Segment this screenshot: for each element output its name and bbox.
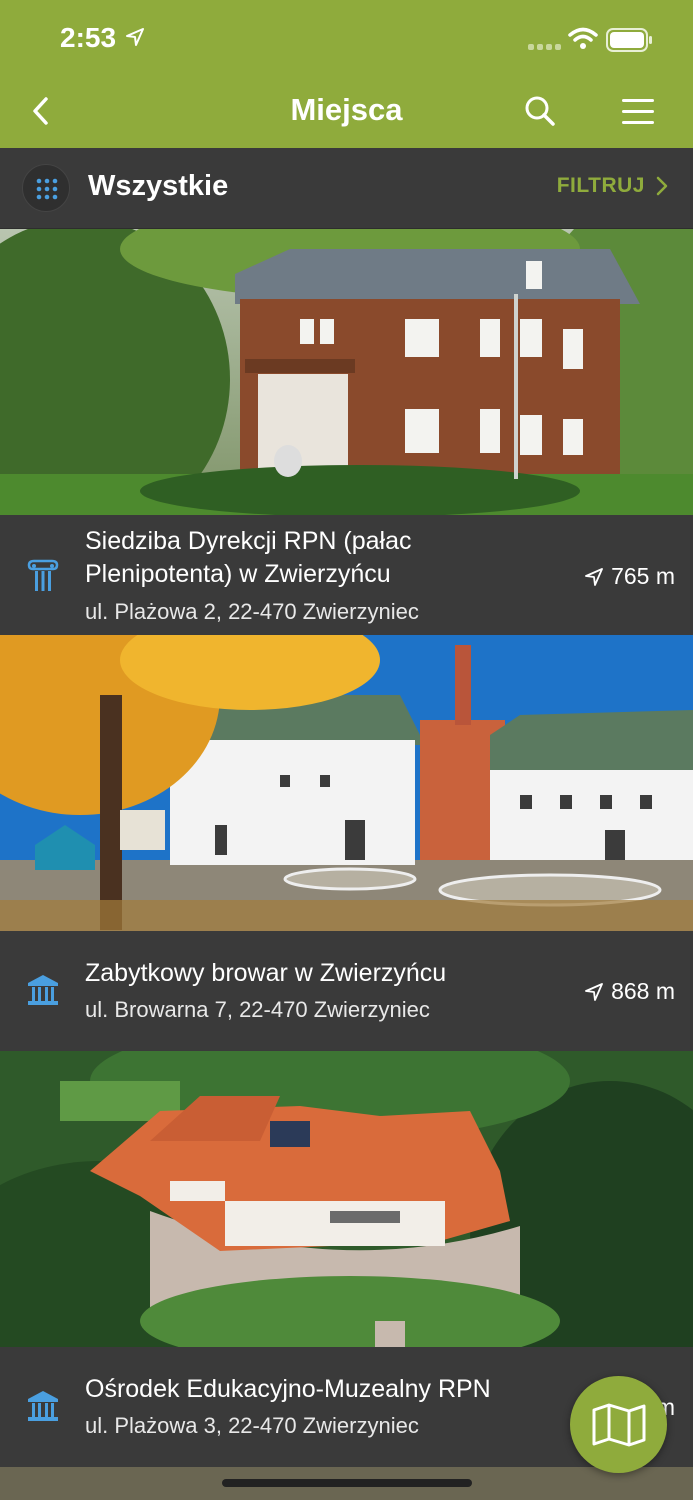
- filter-bar: Wszystkie FILTRUJ: [0, 148, 693, 229]
- list-item[interactable]: Zabytkowy browar w Zwierzyńcu ul. Browar…: [0, 931, 693, 1051]
- museum-icon: [28, 1391, 58, 1421]
- status-bar: 2:53: [0, 0, 693, 75]
- page-title: Miejsca: [290, 92, 403, 127]
- wifi-icon: [568, 27, 598, 49]
- map-button[interactable]: [570, 1376, 667, 1473]
- cellular-signal-icon: [528, 44, 561, 50]
- menu-icon[interactable]: [620, 97, 656, 127]
- place-image[interactable]: [0, 635, 693, 931]
- grid-dots-icon: [36, 178, 58, 200]
- location-arrow-icon: [585, 567, 603, 586]
- brewery-photo: [0, 635, 693, 931]
- list-item[interactable]: Siedziba Dyrekcji RPN (pałac Plenipotent…: [0, 515, 693, 635]
- status-time: 2:53: [60, 22, 117, 53]
- nav-bar: Miejsca: [0, 75, 693, 148]
- place-image[interactable]: [0, 229, 693, 515]
- place-address: ul. Plażowa 2, 22-470 Zwierzyniec: [85, 599, 419, 624]
- map-icon: [592, 1403, 645, 1446]
- location-arrow-icon: [126, 28, 144, 46]
- place-title: Siedziba Dyrekcji RPN (pałac Plenipotent…: [85, 527, 412, 588]
- search-icon[interactable]: [522, 93, 558, 129]
- filter-button-label: FILTRUJ: [556, 174, 645, 197]
- place-image[interactable]: [0, 1051, 693, 1347]
- battery-icon: [606, 28, 652, 52]
- place-distance: 765 m: [585, 563, 675, 590]
- category-grid-button[interactable]: [22, 164, 70, 212]
- museum-icon: [28, 975, 58, 1005]
- chevron-right-icon: [656, 176, 668, 196]
- place-address: ul. Browarna 7, 22-470 Zwierzyniec: [85, 997, 430, 1022]
- filter-button[interactable]: FILTRUJ: [557, 174, 669, 198]
- place-address: ul. Plażowa 3, 22-470 Zwierzyniec: [85, 1413, 419, 1438]
- education-center-photo: [0, 1051, 693, 1347]
- place-distance: 868 m: [585, 978, 675, 1005]
- place-title: Zabytkowy browar w Zwierzyńcu: [85, 959, 447, 987]
- location-arrow-icon: [585, 982, 603, 1001]
- distance-value: 868 m: [611, 978, 675, 1004]
- distance-value: 765 m: [611, 563, 675, 589]
- place-title: Ośrodek Edukacyjno-Muzealny RPN: [85, 1375, 491, 1403]
- home-indicator: [222, 1479, 472, 1487]
- manor-photo: [0, 229, 693, 515]
- category-label: Wszystkie: [88, 170, 229, 202]
- column-icon: [27, 559, 59, 591]
